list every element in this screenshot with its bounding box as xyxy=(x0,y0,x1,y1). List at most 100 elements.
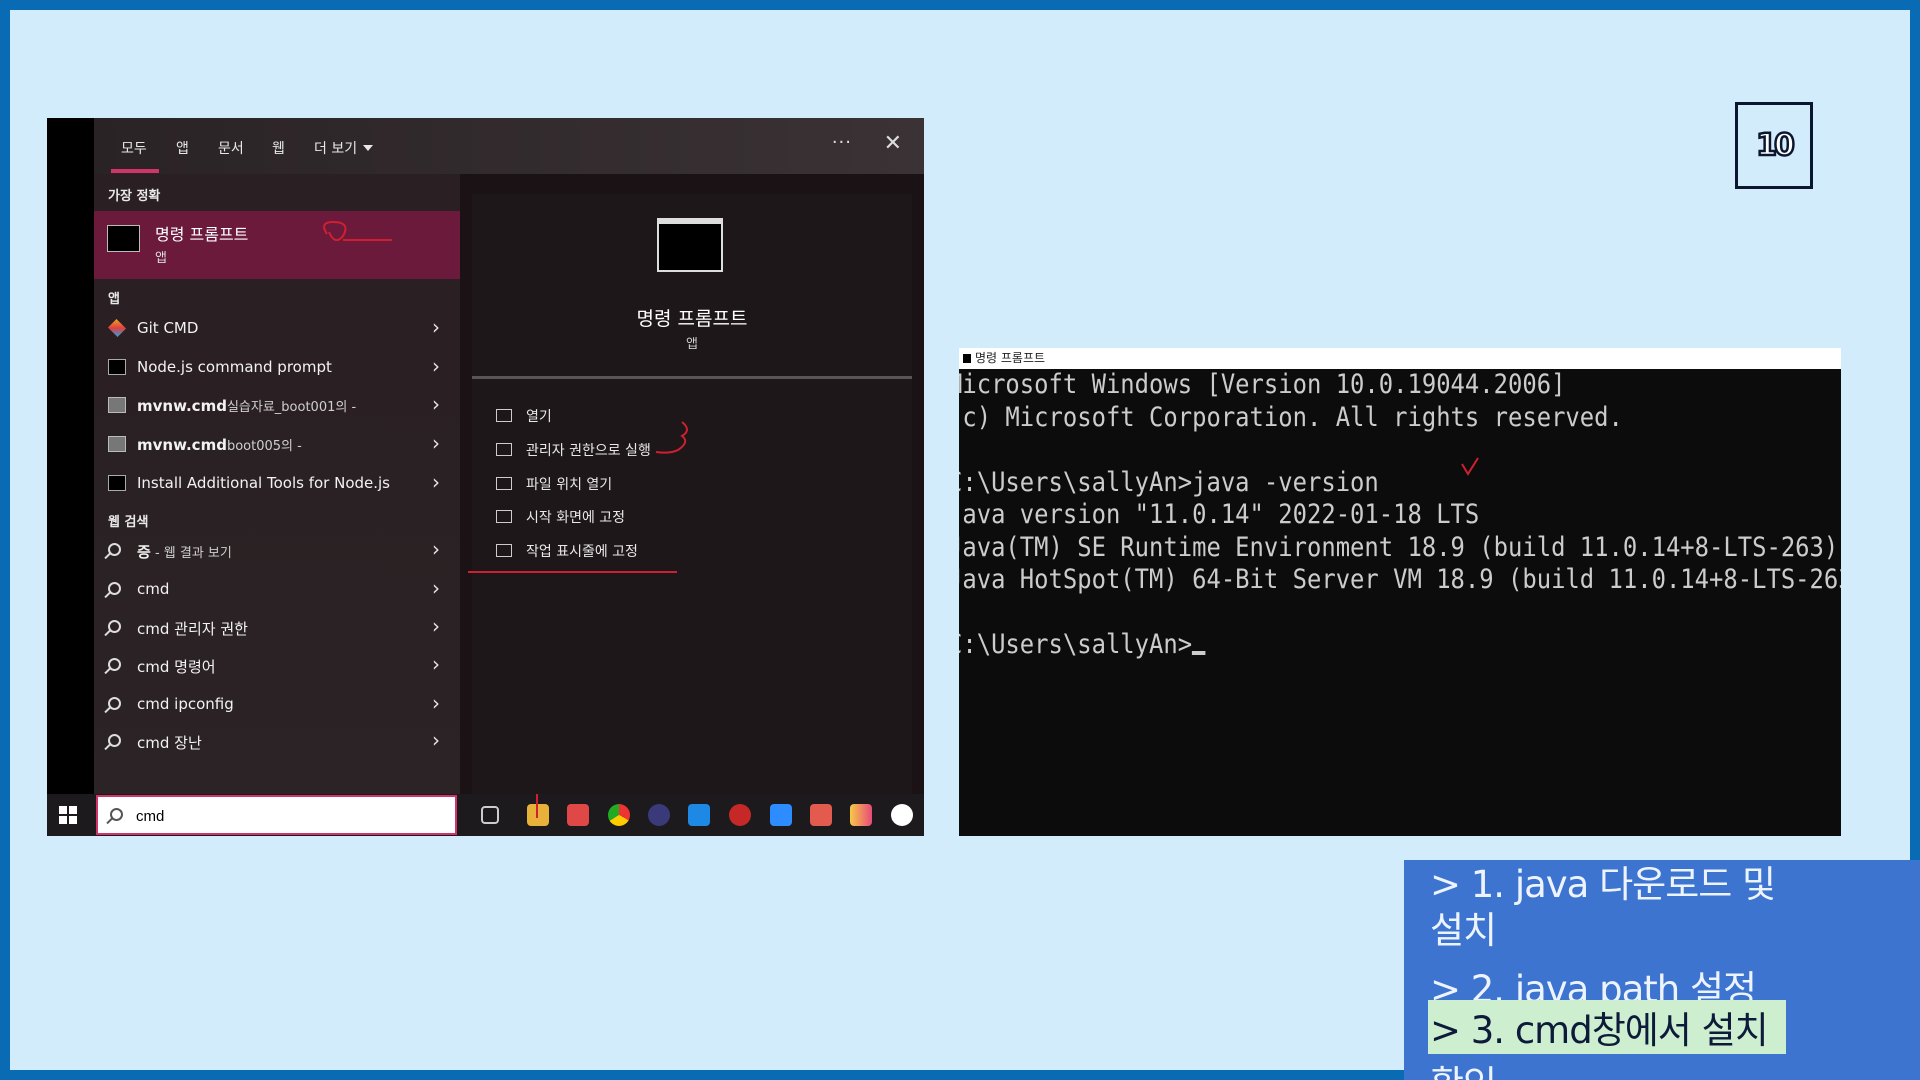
action-pin-to-taskbar[interactable]: 작업 표시줄에 고정 xyxy=(496,541,638,561)
stack-icon[interactable] xyxy=(810,804,832,826)
result-label-suffix: - 웹 결과 보기 xyxy=(150,546,232,561)
web-result-5[interactable]: cmd 장난 › xyxy=(94,726,460,756)
action-run-as-admin[interactable]: 관리자 권한으로 실행 xyxy=(496,440,651,460)
search-icon xyxy=(108,734,121,747)
start-left-rail xyxy=(47,118,94,794)
slide-number: 10 xyxy=(1755,127,1796,165)
app-result-git-cmd[interactable]: Git CMD › xyxy=(94,313,460,343)
chevron-right-icon[interactable]: › xyxy=(432,652,440,676)
slide-number-badge: 10 xyxy=(1735,102,1813,189)
web-result-4[interactable]: cmd ipconfig › xyxy=(94,689,460,719)
checklist-item-current: > 3. cmd창에서 설치 xyxy=(1428,1000,1786,1054)
action-open[interactable]: 열기 xyxy=(496,406,552,426)
result-label-bold: 증 xyxy=(137,543,151,561)
task-view-icon[interactable] xyxy=(481,806,499,824)
command-prompt-icon xyxy=(657,218,723,272)
result-label: Node.js command prompt xyxy=(137,358,332,376)
result-label-rest: boot005의 - xyxy=(226,439,302,454)
console-line: Microsoft Windows [Version 10.0.19044.20… xyxy=(959,369,1566,400)
result-label: cmd 장난 xyxy=(137,734,202,752)
command-prompt-icon xyxy=(107,225,140,252)
vscode-icon[interactable] xyxy=(688,804,710,826)
search-input[interactable] xyxy=(136,805,436,827)
best-match-header: 가장 정확 xyxy=(108,189,161,204)
chrome-icon[interactable] xyxy=(608,804,630,826)
shield-icon xyxy=(496,443,512,456)
search-icon xyxy=(110,808,123,821)
best-match-item[interactable]: 명령 프롬프트 앱 xyxy=(94,211,460,279)
app-result-node-prompt[interactable]: Node.js command prompt › xyxy=(94,352,460,382)
chevron-right-icon[interactable]: › xyxy=(432,431,440,455)
console-icon xyxy=(963,354,971,363)
file-icon xyxy=(108,397,126,413)
app-result-mvnw-2[interactable]: mvnw.cmdboot005의 - › xyxy=(94,429,460,459)
chevron-right-icon[interactable]: › xyxy=(432,728,440,752)
action-label: 열기 xyxy=(526,409,552,425)
chevron-right-icon[interactable]: › xyxy=(432,470,440,494)
tab-web[interactable]: 웹 xyxy=(272,138,285,158)
app-result-mvnw-1[interactable]: mvnw.cmd실습자료_boot001의 - › xyxy=(94,390,460,420)
chevron-right-icon[interactable]: › xyxy=(432,354,440,378)
web-result-0[interactable]: 증 - 웹 결과 보기 › xyxy=(94,535,460,565)
app-red-icon[interactable] xyxy=(729,804,751,826)
pin-icon xyxy=(496,510,512,523)
chevron-right-icon[interactable]: › xyxy=(432,315,440,339)
action-pin-to-start[interactable]: 시작 화면에 고정 xyxy=(496,507,625,527)
web-result-2[interactable]: cmd 관리자 권한 › xyxy=(94,612,460,642)
console-line: (c) Microsoft Corporation. All rights re… xyxy=(959,401,1623,433)
result-detail-pane: 명령 프롬프트 앱 열기 관리자 권한으로 실행 파일 위치 열기 시작 화면에… xyxy=(472,194,912,794)
close-icon[interactable]: ✕ xyxy=(884,131,902,156)
apps-header: 앱 xyxy=(108,292,120,307)
tab-documents[interactable]: 문서 xyxy=(218,138,244,158)
file-icon xyxy=(108,436,126,452)
best-match-subtitle: 앱 xyxy=(155,251,167,266)
action-label: 시작 화면에 고정 xyxy=(526,510,626,526)
tab-all[interactable]: 모두 xyxy=(111,138,159,173)
tab-more[interactable]: 더 보기 xyxy=(314,138,373,158)
command-prompt-window: 명령 프롬프트 Microsoft Windows [Version 10.0.… xyxy=(959,348,1841,836)
search-results-list: 가장 정확 명령 프롬프트 앱 앱 Git CMD › Node.js comm… xyxy=(94,174,460,794)
checklist-item: 설치 xyxy=(1430,909,1497,952)
zoom-icon[interactable] xyxy=(770,804,792,826)
chevron-right-icon[interactable]: › xyxy=(432,614,440,638)
console-line: C:\Users\sallyAn>java -version xyxy=(959,466,1379,498)
action-label: 작업 표시줄에 고정 xyxy=(526,544,638,560)
folder-icon xyxy=(496,477,512,490)
node-prompt-icon xyxy=(108,359,126,375)
sync-icon[interactable] xyxy=(567,804,589,826)
chevron-right-icon[interactable]: › xyxy=(432,537,440,561)
eclipse-icon[interactable] xyxy=(648,804,670,826)
app-blue-icon[interactable] xyxy=(891,804,913,826)
taskbar-search-box[interactable] xyxy=(96,795,457,835)
action-open-file-location[interactable]: 파일 위치 열기 xyxy=(496,474,612,494)
console-title-bar: 명령 프롬프트 xyxy=(959,348,1841,369)
action-label: 관리자 권한으로 실행 xyxy=(526,443,651,459)
file-explorer-icon[interactable] xyxy=(527,804,549,826)
console-line: Java HotSpot(TM) 64-Bit Server VM 18.9 (… xyxy=(959,564,1841,595)
chevron-right-icon[interactable]: › xyxy=(432,576,440,600)
more-options-icon[interactable]: ··· xyxy=(832,132,852,153)
search-icon xyxy=(108,582,121,595)
result-label: 증 - 웹 결과 보기 xyxy=(137,541,232,562)
chevron-right-icon[interactable]: › xyxy=(432,392,440,416)
tab-apps[interactable]: 앱 xyxy=(176,138,189,158)
result-label: cmd 관리자 권한 xyxy=(137,620,248,638)
search-icon xyxy=(108,658,121,671)
web-result-3[interactable]: cmd 명령어 › xyxy=(94,650,460,680)
web-result-1[interactable]: cmd › xyxy=(94,574,460,604)
result-label: cmd 명령어 xyxy=(137,658,216,676)
app-result-node-tools[interactable]: Install Additional Tools for Node.js › xyxy=(94,468,460,498)
result-label: mvnw.cmdboot005의 - xyxy=(137,435,302,454)
console-output[interactable]: Microsoft Windows [Version 10.0.19044.20… xyxy=(959,369,1841,662)
jetbrains-icon[interactable] xyxy=(850,804,872,826)
open-icon xyxy=(496,409,512,422)
windows-start-icon[interactable] xyxy=(59,806,77,824)
chevron-right-icon[interactable]: › xyxy=(432,691,440,715)
console-line: java version "11.0.14" 2022-01-18 LTS xyxy=(959,499,1480,530)
start-menu-search-panel: 모두 앱 문서 웹 더 보기 ··· ✕ 가장 정확 명령 프롬프트 앱 앱 G… xyxy=(47,118,924,836)
search-filter-bar: 모두 앱 문서 웹 더 보기 ··· ✕ xyxy=(94,118,924,174)
result-label: Install Additional Tools for Node.js xyxy=(137,474,391,492)
result-label-rest: 실습자료_boot001의 - xyxy=(226,400,357,415)
action-label: 파일 위치 열기 xyxy=(526,477,613,493)
console-line: C:\Users\sallyAn> xyxy=(959,629,1193,660)
